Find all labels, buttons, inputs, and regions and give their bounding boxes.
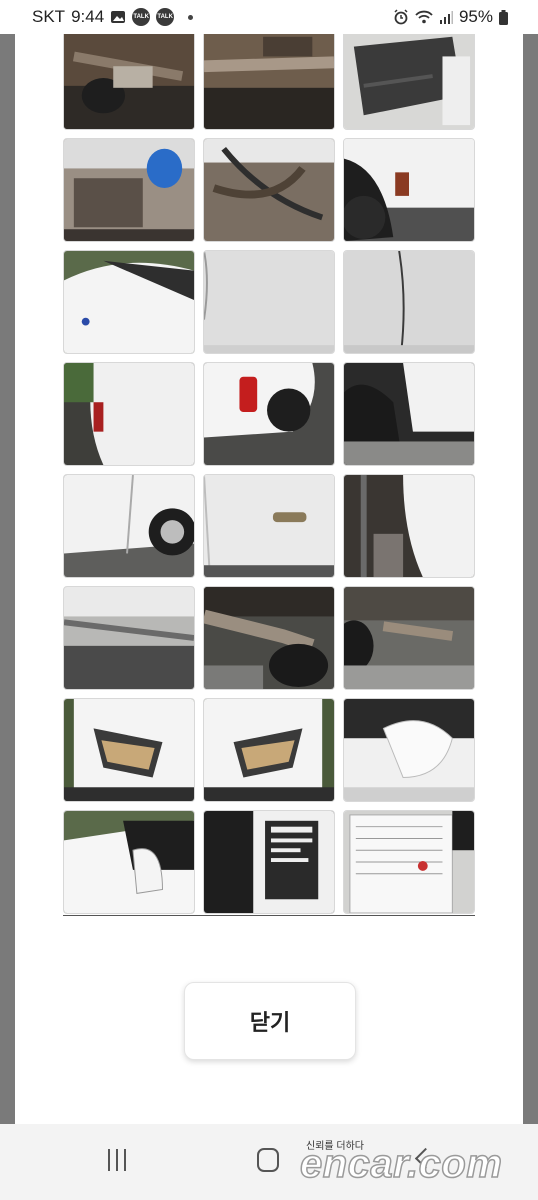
photo-thumbnail-door-panel[interactable]: [203, 250, 335, 354]
dot-icon: [188, 14, 194, 20]
watermark-tagline: 신뢰를 더하다: [306, 1141, 364, 1152]
battery-percent: 95%: [458, 7, 493, 26]
kakaotalk-icon: TALK: [132, 8, 151, 26]
signal-icon: [439, 10, 453, 24]
photo-thumbnail-front-quarter[interactable]: [63, 810, 195, 914]
photo-thumbnail-exhaust-pipe[interactable]: [203, 586, 335, 690]
photo-thumbnail-undercarriage-hoses[interactable]: [203, 138, 335, 242]
photo-thumbnail-rear-underside[interactable]: [343, 586, 475, 690]
gallery-icon: [110, 10, 126, 24]
status-left: SKT 9:44 TALK TALK: [32, 7, 194, 27]
status-bar: SKT 9:44 TALK TALK 95%: [0, 0, 538, 34]
carrier-label: SKT: [32, 7, 66, 26]
photo-thumbnail-side-skirt[interactable]: [63, 586, 195, 690]
home-icon[interactable]: [257, 1148, 279, 1172]
clock: 9:44: [71, 7, 105, 26]
status-right: 95%: [393, 7, 508, 27]
navigation-bar: encar.com 신뢰를 더하다: [0, 1124, 538, 1200]
divider: [63, 915, 475, 916]
photo-thumbnail-rear-wheel-arch[interactable]: [343, 362, 475, 466]
photo-thumbnail-engine-bay-reservoir[interactable]: [63, 138, 195, 242]
photo-thumbnail-wheel-well-inner[interactable]: [343, 474, 475, 578]
photo-thumbnail-headlight-right[interactable]: [203, 698, 335, 802]
photo-thumbnail-side-mirror[interactable]: [343, 698, 475, 802]
kakaotalk-icon: TALK: [156, 8, 175, 26]
photo-grid: [63, 34, 475, 914]
photo-thumbnail-underbody-panel[interactable]: [343, 34, 475, 130]
photo-thumbnail-rear-taillight[interactable]: [203, 362, 335, 466]
close-button[interactable]: 닫기: [184, 982, 356, 1060]
photo-thumbnail-inspection-document[interactable]: [343, 810, 475, 914]
recents-icon[interactable]: [108, 1149, 126, 1171]
photo-thumbnail-fuel-door[interactable]: [203, 474, 335, 578]
photo-thumbnail-headlight-left[interactable]: [63, 698, 195, 802]
photo-thumbnail-door-jamb-label[interactable]: [203, 810, 335, 914]
alarm-icon: [393, 9, 409, 25]
photo-thumbnail-side-door-wheel[interactable]: [63, 474, 195, 578]
battery-icon: [499, 9, 508, 25]
photo-thumbnail-rear-quarter[interactable]: [63, 362, 195, 466]
wifi-icon: [415, 10, 433, 24]
photo-modal: 닫기: [15, 34, 523, 1124]
photo-thumbnail-undercarriage-frame[interactable]: [203, 34, 335, 130]
photo-thumbnail-front-hood-bumper[interactable]: [63, 250, 195, 354]
photo-thumbnail-wheel-arch-rust[interactable]: [343, 138, 475, 242]
photo-thumbnail-door-seam[interactable]: [343, 250, 475, 354]
photo-thumbnail-undercarriage-axle[interactable]: [63, 34, 195, 130]
